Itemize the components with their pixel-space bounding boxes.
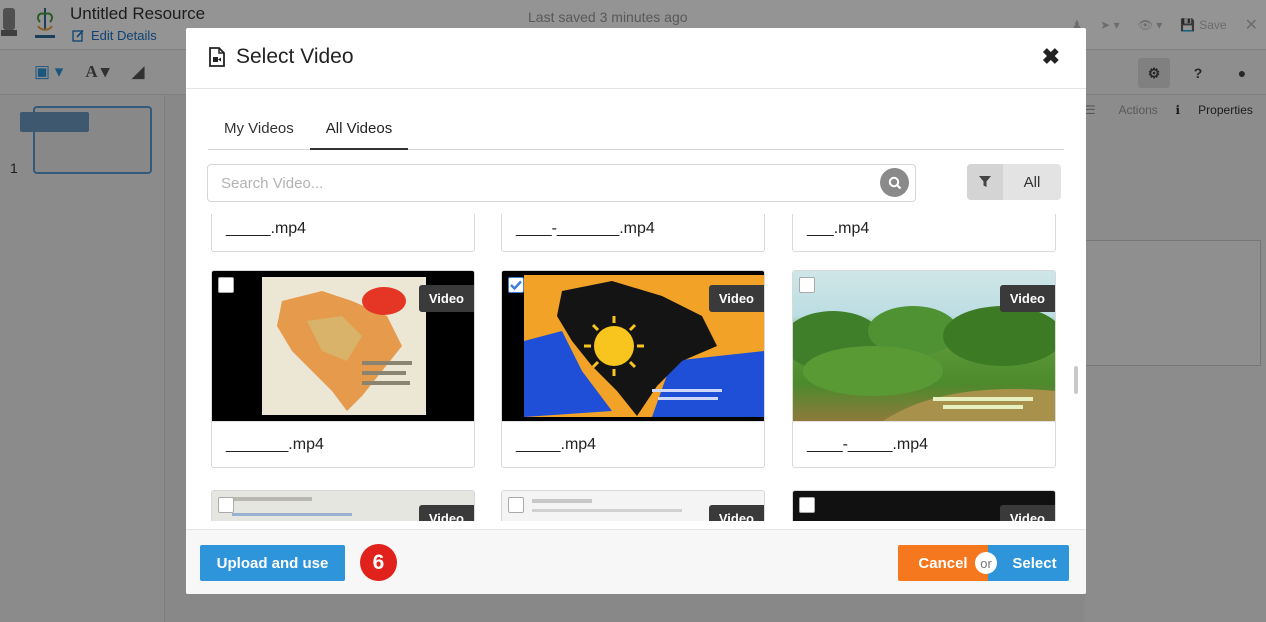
modal-header: Select Video ✖ (186, 28, 1086, 89)
video-thumbnail: Video (212, 491, 474, 521)
step-number-badge: 6 (360, 544, 397, 581)
video-card[interactable]: ___.mp4 (792, 214, 1056, 252)
grid-scrollbar[interactable] (1074, 366, 1078, 394)
video-type-badge: Video (418, 505, 474, 521)
video-thumbnail: Video (502, 271, 764, 421)
video-card[interactable]: _____.mp4 (211, 214, 475, 252)
video-thumbnail: Video (502, 491, 764, 521)
select-checkbox[interactable] (218, 497, 234, 513)
select-checkbox[interactable] (799, 497, 815, 513)
video-name: ___.mp4 (793, 214, 1055, 251)
select-checkbox-checked[interactable] (508, 277, 524, 293)
video-thumbnail: Video (793, 491, 1055, 521)
modal-title-text: Select Video (236, 45, 354, 68)
video-card[interactable]: Video (211, 490, 475, 521)
select-checkbox[interactable] (799, 277, 815, 293)
search-input[interactable] (208, 165, 868, 201)
select-button[interactable]: Select (988, 545, 1069, 581)
search-icon[interactable] (880, 168, 909, 197)
search-box (207, 164, 916, 202)
tab-my-videos[interactable]: My Videos (208, 110, 310, 150)
video-type-badge: Video (708, 505, 764, 521)
video-card[interactable]: Video ____-_____.mp4 (792, 270, 1056, 468)
video-type-badge: Video (708, 285, 764, 312)
filter-label: All (1023, 173, 1041, 191)
video-name: _______.mp4 (212, 421, 474, 467)
video-tabs: My Videos All Videos (208, 110, 1064, 150)
modal-footer: Upload and use 6 Cancel Select or (186, 529, 1086, 594)
video-grid: _____.mp4 ____-_______.mp4 ___.mp4 Video… (186, 214, 1086, 521)
filter-dropdown[interactable]: All (967, 164, 1061, 200)
select-checkbox[interactable] (218, 277, 234, 293)
video-type-badge: Video (999, 505, 1055, 521)
tab-all-videos[interactable]: All Videos (309, 110, 409, 150)
video-file-icon (209, 47, 225, 67)
video-card[interactable]: ____-_______.mp4 (501, 214, 765, 252)
modal-title: Select Video (208, 45, 354, 69)
video-name: _____.mp4 (212, 214, 474, 251)
video-thumbnail: Video (793, 271, 1055, 421)
video-card[interactable]: Video _______.mp4 (211, 270, 475, 468)
video-name: ____-_____.mp4 (793, 421, 1055, 467)
select-video-modal: Select Video ✖ My Videos All Videos All … (186, 28, 1086, 594)
video-type-badge: Video (999, 285, 1055, 312)
video-card[interactable]: Video _____.mp4 (501, 270, 765, 468)
close-icon[interactable]: ✖ (1042, 46, 1060, 68)
video-type-badge: Video (418, 285, 474, 312)
video-name: _____.mp4 (502, 421, 764, 467)
filter-icon (967, 164, 1003, 200)
select-checkbox[interactable] (508, 497, 524, 513)
video-name: ____-_______.mp4 (502, 214, 764, 251)
upload-and-use-button[interactable]: Upload and use (200, 545, 345, 581)
video-card[interactable]: Video (501, 490, 765, 521)
video-card[interactable]: Video (792, 490, 1056, 521)
or-separator: or (975, 552, 997, 574)
video-thumbnail: Video (212, 271, 474, 421)
